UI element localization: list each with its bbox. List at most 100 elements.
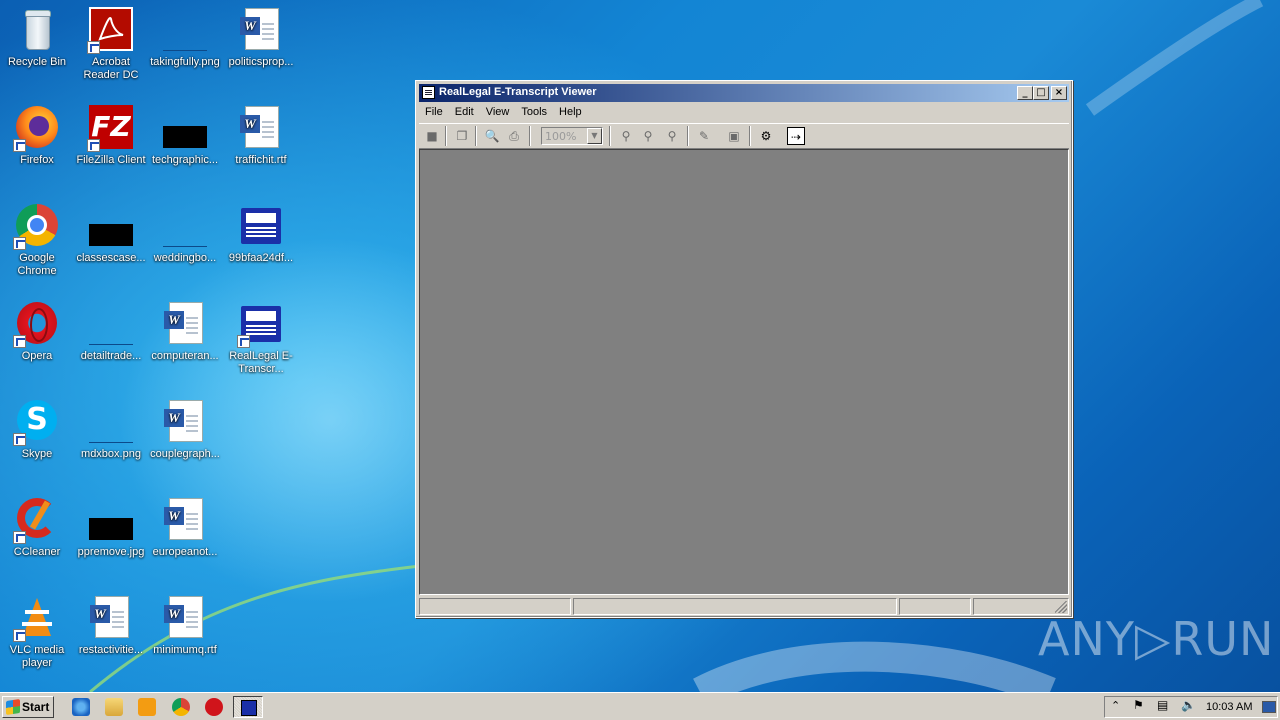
desktop-icon-chrome[interactable]: Google Chrome xyxy=(0,202,74,278)
skype-icon: S xyxy=(13,398,61,446)
taskbar: Start ⌃ ⚑ ▤ 🔈 10:03 AM xyxy=(0,692,1280,720)
acrobat-icon xyxy=(87,6,135,54)
zoom-value: 100% xyxy=(545,130,577,143)
chrome-icon xyxy=(13,202,61,250)
filezilla-icon: FZ xyxy=(87,104,135,152)
opera-taskbar-icon[interactable] xyxy=(205,698,223,716)
desktop-icon-firefox[interactable]: Firefox xyxy=(0,104,74,167)
show-desktop-icon[interactable] xyxy=(1262,701,1276,713)
desktop-icon-restactivitie[interactable]: W restactivitie... xyxy=(74,594,148,657)
desktop-icon-computeran[interactable]: W computeran... xyxy=(148,300,222,363)
chevron-down-icon[interactable]: ▼ xyxy=(587,128,602,144)
image-thumbnail-icon xyxy=(87,496,135,544)
image-thumbnail-icon xyxy=(87,398,135,446)
folder-icon[interactable] xyxy=(105,698,123,716)
desktop-icon-detailtrade[interactable]: detailtrade... xyxy=(74,300,148,363)
menu-help[interactable]: Help xyxy=(553,103,588,120)
action-center-flag-icon[interactable]: ⚑ xyxy=(1133,698,1144,712)
desktop-icon-europeanot[interactable]: W europeanot... xyxy=(148,496,222,559)
image-thumbnail-icon xyxy=(161,6,209,54)
desktop-icon-opera[interactable]: Opera xyxy=(0,300,74,363)
image-thumbnail-icon xyxy=(161,202,209,250)
opera-icon xyxy=(13,300,61,348)
transcript-file-icon xyxy=(237,202,285,250)
desktop-icon-99bfaa24df[interactable]: 99bfaa24df... xyxy=(224,202,298,265)
desktop-icon-ccleaner[interactable]: CCleaner xyxy=(0,496,74,559)
start-button[interactable]: Start xyxy=(2,696,54,718)
status-bar xyxy=(419,597,1069,615)
desktop-icon-weddingbo[interactable]: weddingbo... xyxy=(148,202,222,265)
go-to-icon[interactable]: ⇢ xyxy=(787,127,805,145)
recycle-bin-icon xyxy=(13,6,61,54)
menu-tools[interactable]: Tools xyxy=(515,103,553,120)
image-thumbnail-icon xyxy=(87,202,135,250)
transcript-viewer-icon xyxy=(241,700,257,716)
save-icon[interactable]: ■ xyxy=(423,127,441,145)
ccleaner-icon xyxy=(13,496,61,544)
reallegal-window: RealLegal E-Transcript Viewer _ □ × File… xyxy=(415,80,1073,618)
toolbar: ■ ❐ 🔍 ⎙ 100% ▼ ⚲ ⚲ ⚲ ✎ ▣ ⚙ ⇢ xyxy=(419,123,1069,149)
transcript-viewer-icon xyxy=(237,300,285,348)
desktop-icon-classescase[interactable]: classescase... xyxy=(74,202,148,265)
vlc-icon xyxy=(13,594,61,642)
app-icon[interactable] xyxy=(422,86,435,99)
resize-grip[interactable] xyxy=(1055,601,1067,613)
word-document-icon: W xyxy=(161,594,209,642)
settings-icon[interactable]: ⚙ xyxy=(757,127,775,145)
desktop-icon-acrobat[interactable]: Acrobat Reader DC xyxy=(74,6,148,82)
desktop-icon-takingfully[interactable]: takingfully.png xyxy=(148,6,222,69)
print-icon[interactable]: ⎙ xyxy=(505,127,523,145)
close-button[interactable]: × xyxy=(1051,86,1067,100)
toolbar-separator xyxy=(749,126,751,146)
word-document-icon: W xyxy=(87,594,135,642)
toolbar-separator xyxy=(529,126,531,146)
maximize-button[interactable]: □ xyxy=(1033,86,1049,100)
menu-file[interactable]: File xyxy=(419,103,449,120)
desktop-icon-politicsprop[interactable]: W politicsprop... xyxy=(224,6,298,69)
toolbar-separator xyxy=(687,126,689,146)
desktop-icon-techgraphic[interactable]: techgraphic... xyxy=(148,104,222,167)
windows-logo-icon xyxy=(6,699,20,715)
clock[interactable]: 10:03 AM xyxy=(1206,701,1252,713)
desktop-icon-ppremove[interactable]: ppremove.jpg xyxy=(74,496,148,559)
find-next-icon[interactable]: ⚲ xyxy=(639,127,657,145)
desktop-icon-vlc[interactable]: VLC media player xyxy=(0,594,74,670)
print-preview-icon[interactable]: 🔍 xyxy=(483,127,501,145)
internet-explorer-icon[interactable] xyxy=(72,698,90,716)
window-title: RealLegal E-Transcript Viewer xyxy=(439,86,597,98)
copy-icon[interactable]: ❐ xyxy=(453,127,471,145)
minimize-button[interactable]: _ xyxy=(1017,86,1033,100)
find-icon[interactable]: ⚲ xyxy=(617,127,635,145)
document-area[interactable] xyxy=(419,149,1069,595)
image-thumbnail-icon xyxy=(87,300,135,348)
network-icon[interactable]: ▤ xyxy=(1157,698,1168,712)
menu-bar: File Edit View Tools Help xyxy=(419,103,1069,121)
word-document-icon: W xyxy=(161,398,209,446)
desktop-icon-traffichit[interactable]: W traffichit.rtf xyxy=(224,104,298,167)
volume-icon[interactable]: 🔈 xyxy=(1181,698,1196,712)
find-previous-icon[interactable]: ⚲ xyxy=(663,127,681,145)
desktop-icon-couplegraph[interactable]: W couplegraph... xyxy=(148,398,222,461)
word-document-icon: W xyxy=(161,496,209,544)
show-hidden-icons-icon[interactable]: ⌃ xyxy=(1111,699,1120,712)
toolbar-separator xyxy=(609,126,611,146)
desktop-icon-recycle-bin[interactable]: Recycle Bin xyxy=(0,6,74,69)
video-icon[interactable]: ▣ xyxy=(725,127,743,145)
status-pane xyxy=(899,598,971,615)
toolbar-separator xyxy=(475,126,477,146)
desktop-icon-reallegal[interactable]: RealLegal E-Transcr... xyxy=(224,300,298,376)
desktop-icon-filezilla[interactable]: FZ FileZilla Client xyxy=(74,104,148,167)
media-player-icon[interactable] xyxy=(138,698,156,716)
word-document-icon: W xyxy=(161,300,209,348)
annotation-icon[interactable]: ✎ xyxy=(695,127,713,145)
zoom-select[interactable]: 100% ▼ xyxy=(541,127,603,145)
menu-edit[interactable]: Edit xyxy=(449,103,480,120)
desktop-icon-skype[interactable]: S Skype xyxy=(0,398,74,461)
title-bar[interactable]: RealLegal E-Transcript Viewer _ □ × xyxy=(419,84,1069,102)
menu-view[interactable]: View xyxy=(480,103,516,120)
desktop-icon-minimumq[interactable]: W minimumq.rtf xyxy=(148,594,222,657)
taskbar-reallegal-button[interactable] xyxy=(233,696,263,718)
desktop-icon-mdxbox[interactable]: mdxbox.png xyxy=(74,398,148,461)
status-pane xyxy=(573,598,897,615)
chrome-taskbar-icon[interactable] xyxy=(172,698,190,716)
